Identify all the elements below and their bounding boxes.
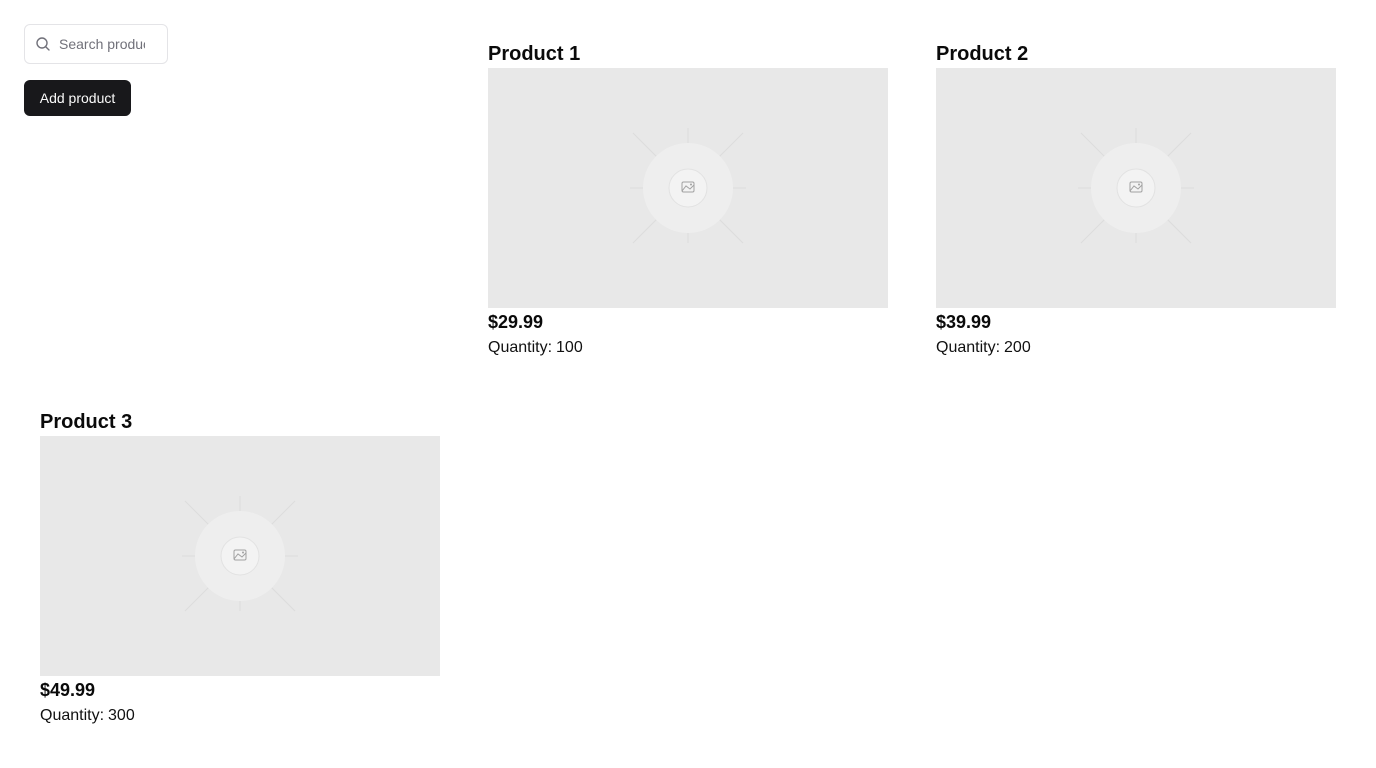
search-icon (36, 37, 50, 51)
search-field[interactable] (24, 24, 168, 64)
product-quantity: Quantity: 300 (40, 704, 440, 728)
quantity-label: Quantity: (40, 707, 105, 724)
quantity-value: 100 (556, 339, 583, 356)
quantity-label: Quantity: (488, 339, 553, 356)
product-title: Product 2 (936, 43, 1029, 65)
quantity-value: 300 (108, 707, 135, 724)
product-price: $39.99 (936, 312, 992, 332)
product-card: Product 2 $39.99 Quantity: 200 (936, 40, 1336, 360)
product-title: Product 1 (488, 43, 581, 65)
search-input[interactable] (59, 36, 145, 52)
page: Add product Product 1 $29.99 Quantity: 1… (0, 0, 1376, 768)
add-product-button[interactable]: Add product (24, 80, 131, 116)
product-card: Product 1 $29.99 Quantity: 100 (488, 40, 888, 360)
image-placeholder-icon (936, 68, 1336, 308)
product-title: Product 3 (40, 411, 133, 433)
product-quantity: Quantity: 100 (488, 336, 888, 360)
product-card: Product 3 $49.99 Quantity: 300 (40, 408, 440, 728)
product-price: $29.99 (488, 312, 544, 332)
image-placeholder-icon (40, 436, 440, 676)
quantity-value: 200 (1004, 339, 1031, 356)
product-quantity: Quantity: 200 (936, 336, 1336, 360)
product-price: $49.99 (40, 680, 96, 700)
quantity-label: Quantity: (936, 339, 1001, 356)
image-placeholder-icon (488, 68, 888, 308)
